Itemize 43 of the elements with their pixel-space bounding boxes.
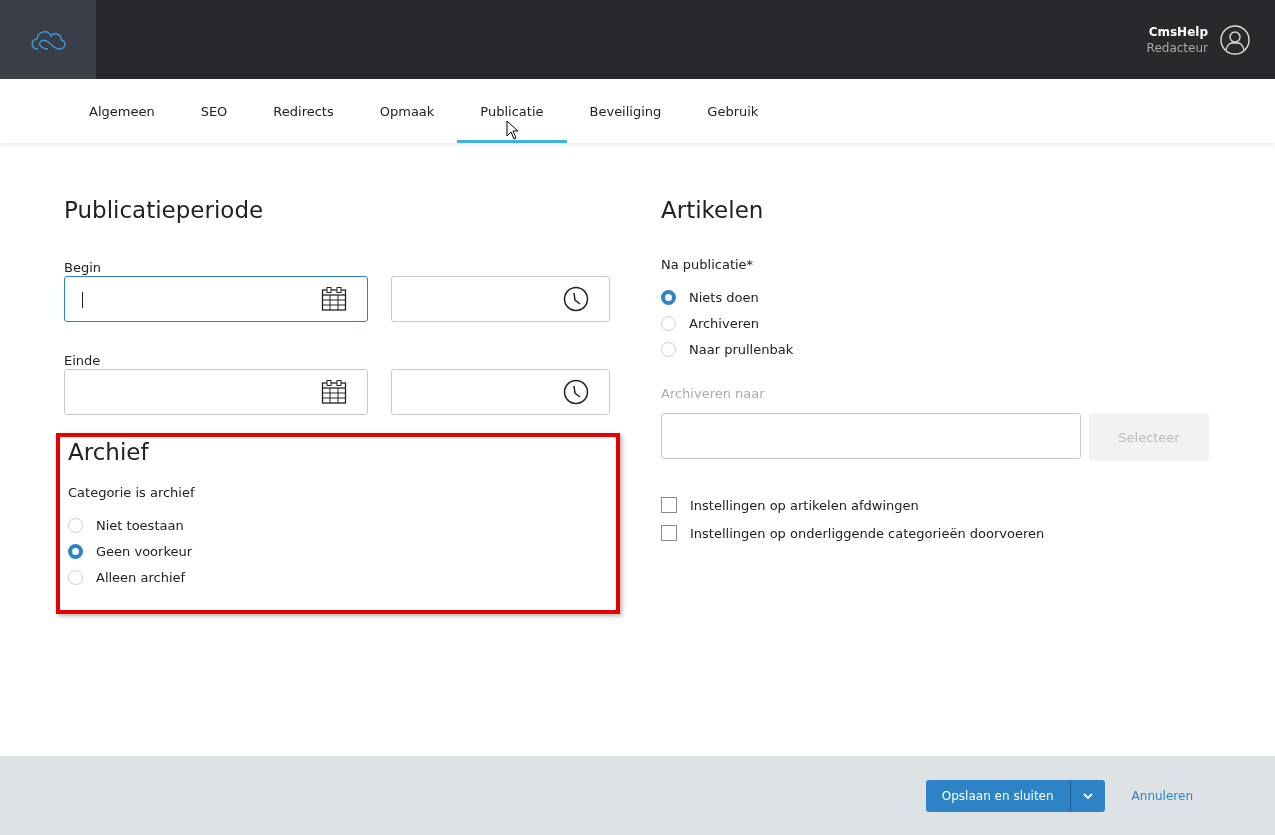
radio-label[interactable]: Archiveren	[689, 315, 759, 331]
tab[interactable]: Algemeen	[66, 79, 178, 143]
logo-tile[interactable]	[0, 0, 96, 79]
section-title: Publicatieperiode	[64, 197, 265, 223]
input-field[interactable]	[661, 413, 1081, 459]
date-field[interactable]	[64, 276, 368, 322]
radio-label[interactable]: Niet toestaan	[96, 517, 184, 533]
radio-label[interactable]: Alleen archief	[96, 569, 186, 585]
radio-label[interactable]: Niets doen	[689, 289, 759, 305]
mouse-pointer-icon	[506, 120, 519, 140]
chevron-down-icon	[1082, 792, 1093, 799]
tab[interactable]: Beveiliging	[566, 79, 685, 143]
field-label: Einde	[64, 353, 101, 368]
field-label: Archiveren naar	[661, 386, 766, 401]
time-field[interactable]	[391, 276, 610, 322]
section-title: Artikelen	[661, 197, 765, 223]
section-title: Archief	[68, 439, 150, 465]
radio-button[interactable]	[68, 543, 83, 559]
checkbox[interactable]	[661, 525, 677, 541]
radio-button[interactable]	[661, 289, 676, 305]
tab[interactable]: Redirects	[250, 79, 357, 143]
clock-icon	[563, 379, 589, 405]
checkbox-label[interactable]: Instellingen op onderliggende categorieën doorvoeren	[690, 525, 1045, 541]
checkbox[interactable]	[661, 497, 677, 513]
field-label: Begin	[64, 260, 102, 275]
save-button[interactable]: Opslaan en sluiten	[925, 779, 1071, 812]
tab[interactable]: Gebruik	[684, 79, 782, 143]
user-name: CmsHelp	[1148, 24, 1208, 39]
date-field[interactable]	[64, 369, 368, 415]
user-avatar-icon[interactable]	[1220, 24, 1250, 55]
radio-label[interactable]: Geen voorkeur	[96, 543, 193, 559]
time-field[interactable]	[391, 369, 610, 415]
clock-icon	[563, 286, 589, 312]
tab[interactable]: Opmaak	[356, 79, 458, 143]
calendar-icon	[321, 379, 347, 405]
checkbox-label[interactable]: Instellingen op artikelen afdwingen	[690, 497, 919, 513]
group-label: Categorie is archief	[68, 485, 196, 500]
dropdown-button[interactable]	[1070, 779, 1105, 812]
calendar-icon	[321, 286, 347, 312]
group-label: Na publicatie*	[661, 257, 755, 272]
tab[interactable]: SEO	[177, 79, 251, 143]
user-role: Redacteur	[1146, 40, 1208, 55]
radio-label[interactable]: Naar prullenbak	[689, 341, 794, 357]
